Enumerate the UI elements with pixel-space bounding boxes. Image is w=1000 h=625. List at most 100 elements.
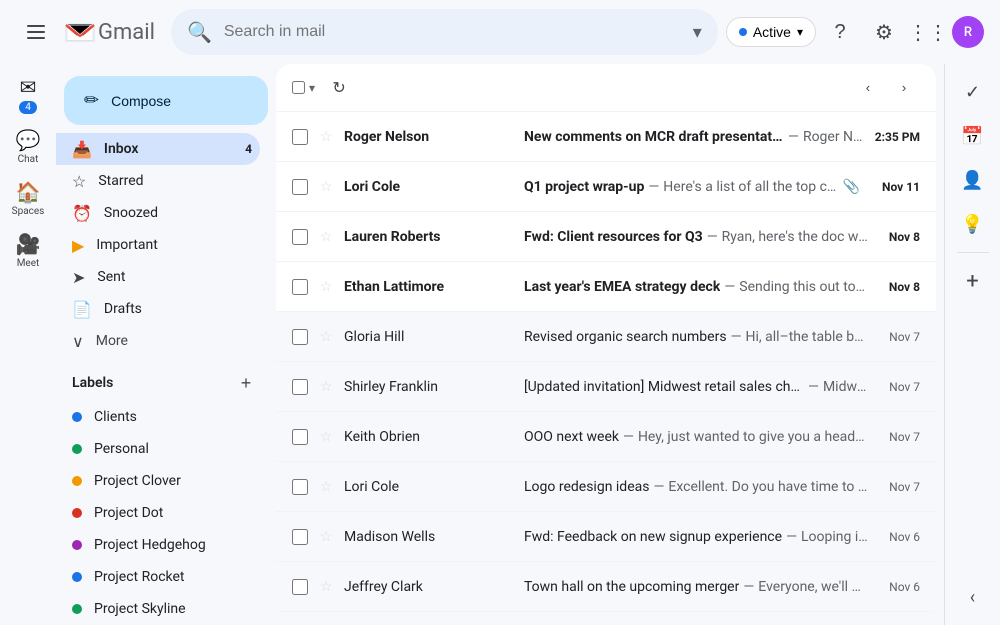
sidebar-item-drafts[interactable]: 📄 Drafts bbox=[56, 293, 260, 325]
meet-label: Meet bbox=[17, 258, 40, 269]
right-panels: ✓ 📅 👤 💡 + ‹ bbox=[944, 64, 1000, 625]
topbar-right: Active ▾ ? ⚙ ⋮⋮ R bbox=[726, 12, 984, 52]
label-personal-text: Personal bbox=[94, 441, 149, 457]
label-item-clients[interactable]: Clients bbox=[56, 401, 260, 433]
side-nav-item-spaces[interactable]: 🏠 Spaces bbox=[0, 172, 56, 224]
side-nav-item-meet[interactable]: 🎥 Meet bbox=[0, 224, 56, 276]
label-item-project-rocket[interactable]: Project Rocket bbox=[56, 561, 260, 593]
next-page-button[interactable]: › bbox=[888, 72, 920, 104]
table-row[interactable]: ☆ Roger Nelson Two pics from the confere… bbox=[276, 612, 936, 617]
label-item-personal[interactable]: Personal bbox=[56, 433, 260, 465]
star-icon: ☆ bbox=[72, 172, 86, 191]
email-list-toolbar: ▾ ↻ ‹ › bbox=[276, 64, 936, 112]
label-item-project-dot[interactable]: Project Dot bbox=[56, 497, 260, 529]
mail-icon: ✉ bbox=[20, 75, 37, 99]
email-checkbox[interactable] bbox=[292, 129, 308, 145]
labels-add-button[interactable]: + bbox=[232, 369, 260, 397]
apps-button[interactable]: ⋮⋮ bbox=[908, 12, 948, 52]
table-row[interactable]: ☆ Jeffrey Clark Town hall on the upcomin… bbox=[276, 562, 936, 612]
sender: Lori Cole bbox=[344, 479, 524, 495]
settings-button[interactable]: ⚙ bbox=[864, 12, 904, 52]
email-checkbox[interactable] bbox=[292, 279, 308, 295]
sidebar-item-sent[interactable]: ➤ Sent bbox=[56, 261, 260, 293]
spaces-icon: 🏠 bbox=[16, 180, 41, 204]
label-item-project-skyline[interactable]: Project Skyline bbox=[56, 593, 260, 625]
panel-contacts-button[interactable]: 👤 bbox=[953, 160, 993, 200]
email-checkbox[interactable] bbox=[292, 229, 308, 245]
table-row[interactable]: ☆ Gloria Hill Revised organic search num… bbox=[276, 312, 936, 362]
table-row[interactable]: ☆ Ethan Lattimore Last year's EMEA strat… bbox=[276, 262, 936, 312]
subject: Q1 project wrap-up bbox=[524, 179, 644, 195]
more-nav-icon: ∨ bbox=[72, 332, 84, 351]
email-date: Nov 7 bbox=[868, 480, 920, 494]
compose-button[interactable]: ✏ Compose bbox=[64, 76, 268, 125]
email-checkbox[interactable] bbox=[292, 579, 308, 595]
project-rocket-dot bbox=[72, 572, 82, 582]
email-checkbox[interactable] bbox=[292, 429, 308, 445]
star-icon[interactable]: ☆ bbox=[316, 477, 336, 497]
email-checkbox[interactable] bbox=[292, 379, 308, 395]
table-row[interactable]: ☆ Lori Cole Q1 project wrap-up — Here's … bbox=[276, 162, 936, 212]
star-icon[interactable]: ☆ bbox=[316, 327, 336, 347]
email-checkbox[interactable] bbox=[292, 479, 308, 495]
subject: Town hall on the upcoming merger bbox=[524, 579, 739, 595]
panel-calendar-button[interactable]: 📅 bbox=[953, 116, 993, 156]
search-dropdown-icon[interactable]: ▾ bbox=[693, 22, 702, 43]
active-label: Active bbox=[753, 24, 791, 40]
label-item-project-clover[interactable]: Project Clover bbox=[56, 465, 260, 497]
table-row[interactable]: ☆ Keith Obrien OOO next week — Hey, just… bbox=[276, 412, 936, 462]
star-icon[interactable]: ☆ bbox=[316, 427, 336, 447]
checkbox-dropdown-icon[interactable]: ▾ bbox=[309, 81, 315, 95]
table-row[interactable]: ☆ Lori Cole Logo redesign ideas — Excell… bbox=[276, 462, 936, 512]
email-content: Last year's EMEA strategy deck — Sending… bbox=[524, 279, 868, 295]
search-input[interactable] bbox=[224, 23, 681, 41]
label-project-skyline-text: Project Skyline bbox=[94, 601, 186, 617]
dash: — bbox=[788, 129, 799, 145]
star-icon[interactable]: ☆ bbox=[316, 577, 336, 597]
sidebar-item-starred[interactable]: ☆ Starred bbox=[56, 165, 260, 197]
side-nav-item-chat[interactable]: 💬 Chat bbox=[0, 120, 56, 172]
sidebar-item-snoozed[interactable]: ⏰ Snoozed bbox=[56, 197, 260, 229]
panel-tasks-button[interactable]: ✓ bbox=[953, 72, 993, 112]
star-icon[interactable]: ☆ bbox=[316, 377, 336, 397]
sidebar-item-more[interactable]: ∨ More bbox=[56, 325, 260, 357]
panel-add-button[interactable]: + bbox=[953, 261, 993, 301]
active-chevron-icon: ▾ bbox=[797, 25, 803, 39]
inbox-badge: 4 bbox=[245, 142, 252, 156]
label-item-project-hedgehog[interactable]: Project Hedgehog bbox=[56, 529, 260, 561]
chat-icon: 💬 bbox=[16, 128, 41, 152]
refresh-button[interactable]: ↻ bbox=[323, 72, 355, 104]
sidebar-item-inbox[interactable]: 📥 Inbox 4 bbox=[56, 133, 260, 165]
menu-button[interactable] bbox=[16, 12, 56, 52]
select-all-checkbox[interactable] bbox=[292, 81, 305, 94]
table-row[interactable]: ☆ Roger Nelson New comments on MCR draft… bbox=[276, 112, 936, 162]
star-icon[interactable]: ☆ bbox=[316, 527, 336, 547]
table-row[interactable]: ☆ Shirley Franklin [Updated invitation] … bbox=[276, 362, 936, 412]
more-nav-label: More bbox=[96, 333, 128, 349]
spaces-label: Spaces bbox=[12, 206, 45, 217]
email-checkbox[interactable] bbox=[292, 329, 308, 345]
side-nav-item-mail[interactable]: ✉ 4 bbox=[0, 68, 56, 120]
email-checkbox[interactable] bbox=[292, 179, 308, 195]
prev-page-button[interactable]: ‹ bbox=[852, 72, 884, 104]
help-button[interactable]: ? bbox=[820, 12, 860, 52]
sidebar-item-important[interactable]: ▶ Important bbox=[56, 229, 260, 261]
email-content: Fwd: Feedback on new signup experience —… bbox=[524, 529, 868, 545]
email-checkbox[interactable] bbox=[292, 529, 308, 545]
table-row[interactable]: ☆ Madison Wells Fwd: Feedback on new sig… bbox=[276, 512, 936, 562]
email-content: Q1 project wrap-up — Here's a list of al… bbox=[524, 179, 843, 195]
avatar[interactable]: R bbox=[952, 16, 984, 48]
star-icon[interactable]: ☆ bbox=[316, 127, 336, 147]
main-content: ✉ 4 💬 Chat 🏠 Spaces 🎥 Meet ✏ Compose 📥 I… bbox=[0, 64, 1000, 625]
labels-header: Labels + bbox=[56, 357, 276, 401]
panel-keep-button[interactable]: 💡 bbox=[953, 204, 993, 244]
important-icon: ▶ bbox=[72, 236, 84, 255]
email-date: 2:35 PM bbox=[868, 130, 920, 144]
active-status-button[interactable]: Active ▾ bbox=[726, 17, 816, 47]
star-icon[interactable]: ☆ bbox=[316, 177, 336, 197]
snippet: Excellent. Do you have time to meet with… bbox=[668, 479, 868, 495]
star-icon[interactable]: ☆ bbox=[316, 227, 336, 247]
star-icon[interactable]: ☆ bbox=[316, 277, 336, 297]
panel-expand-button[interactable]: ‹ bbox=[953, 577, 993, 617]
table-row[interactable]: ☆ Lauren Roberts Fwd: Client resources f… bbox=[276, 212, 936, 262]
